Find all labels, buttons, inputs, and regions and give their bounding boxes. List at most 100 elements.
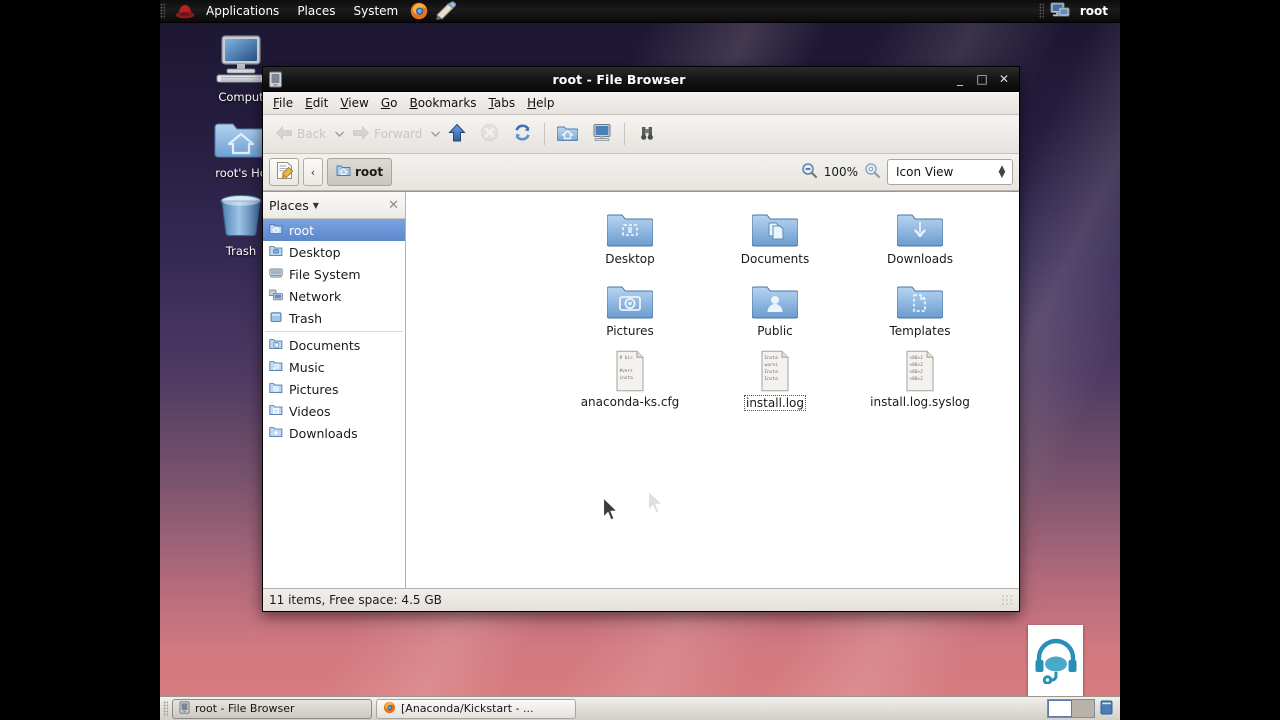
music-folder-icon bbox=[269, 360, 283, 375]
videos-folder-icon bbox=[269, 404, 283, 419]
sidebar-item-music[interactable]: Music bbox=[263, 356, 405, 378]
menu-view[interactable]: View bbox=[334, 94, 374, 113]
workspace-1[interactable] bbox=[1048, 700, 1072, 717]
places-header[interactable]: Places ▼ ✕ bbox=[263, 192, 405, 219]
sidebar-item-label: Videos bbox=[289, 403, 331, 419]
sidebar-item-label: Trash bbox=[289, 310, 323, 326]
sidebar-item-label: Pictures bbox=[289, 381, 339, 397]
up-button[interactable] bbox=[442, 118, 472, 150]
sidebar-item-file-system[interactable]: File System bbox=[263, 263, 405, 285]
sidebar-item-pictures[interactable]: Pictures bbox=[263, 378, 405, 400]
text-file-icon: Insta warni Insta Insta bbox=[719, 340, 831, 392]
edit-location-button[interactable] bbox=[269, 158, 299, 186]
sidebar-item-downloads[interactable]: Downloads bbox=[263, 422, 405, 444]
file-item[interactable]: # kic #vers insta anaconda-ks.cfg bbox=[574, 340, 686, 409]
svg-text:<86>J: <86>J bbox=[910, 362, 924, 368]
toolbar-separator-2 bbox=[624, 123, 626, 145]
close-icon[interactable]: ✕ bbox=[388, 198, 399, 213]
file-item[interactable]: Desktop bbox=[574, 197, 686, 266]
support-badge[interactable] bbox=[1028, 625, 1083, 697]
svg-text:Insta: Insta bbox=[765, 355, 779, 361]
chevron-down-icon[interactable]: ▼ bbox=[313, 201, 319, 210]
file-item[interactable]: Downloads bbox=[864, 197, 976, 266]
panel-menu-places[interactable]: Places bbox=[289, 2, 343, 21]
file-item[interactable]: Music bbox=[1009, 197, 1019, 266]
file-name: Documents bbox=[740, 252, 810, 266]
file-item[interactable]: Templates bbox=[864, 269, 976, 338]
maximize-button[interactable]: □ bbox=[971, 68, 993, 90]
folder-public-icon bbox=[719, 269, 831, 321]
zoom-out-icon[interactable] bbox=[801, 162, 818, 182]
file-icon-view[interactable]: Desktop Documents Downloads Pictures Pub… bbox=[406, 192, 1019, 588]
display-icon[interactable] bbox=[1050, 1, 1072, 21]
workspace-2[interactable] bbox=[1072, 700, 1094, 717]
sidebar-item-videos[interactable]: Videos bbox=[263, 400, 405, 422]
file-item[interactable]: Insta warni Insta Insta install.log bbox=[719, 340, 831, 411]
breadcrumb-back-button[interactable]: ‹ bbox=[303, 158, 323, 186]
reload-button[interactable] bbox=[507, 118, 538, 150]
view-mode-select[interactable]: Icon View ▲ ▼ bbox=[887, 159, 1013, 185]
svg-text:Insta: Insta bbox=[765, 376, 779, 382]
file-item[interactable]: Documents bbox=[719, 197, 831, 266]
back-label: Back bbox=[297, 127, 327, 141]
file-browser-window[interactable]: root - File Browser _ □ ✕ File Edit View… bbox=[262, 66, 1020, 612]
back-button[interactable]: Back bbox=[269, 118, 332, 150]
panel-user-label[interactable]: root bbox=[1074, 4, 1120, 18]
home-button[interactable] bbox=[551, 118, 584, 150]
taskbar-grip[interactable] bbox=[163, 700, 168, 717]
breadcrumb-root[interactable]: root bbox=[327, 158, 393, 186]
close-button[interactable]: ✕ bbox=[993, 68, 1015, 90]
minimize-button[interactable]: _ bbox=[949, 68, 971, 90]
sidebar-item-network[interactable]: Network bbox=[263, 285, 405, 307]
menu-bookmarks[interactable]: Bookmarks bbox=[403, 94, 482, 113]
window-titlebar[interactable]: root - File Browser _ □ ✕ bbox=[263, 67, 1019, 92]
firefox-icon[interactable] bbox=[409, 1, 431, 21]
tray-grip[interactable] bbox=[1038, 3, 1044, 19]
sidebar-item-root[interactable]: root bbox=[263, 219, 405, 241]
file-item[interactable]: <86>J <86>J <86>J <86>J install.log.sysl… bbox=[864, 340, 976, 409]
taskbar-item-firefox[interactable]: [Anaconda/Kickstart - ... bbox=[376, 698, 576, 719]
workspace-switcher[interactable] bbox=[1047, 699, 1095, 718]
panel-menu-system[interactable]: System bbox=[345, 2, 406, 21]
zoom-in-icon[interactable] bbox=[864, 162, 881, 182]
panel-grip[interactable] bbox=[160, 3, 165, 19]
menu-help[interactable]: Help bbox=[521, 94, 560, 113]
places-sidebar: Places ▼ ✕ root Desktop File System Netw… bbox=[263, 192, 406, 588]
menu-tabs[interactable]: Tabs bbox=[483, 94, 522, 113]
file-item[interactable]: Public bbox=[719, 269, 831, 338]
back-dropdown[interactable] bbox=[334, 119, 344, 149]
taskbar-tray bbox=[1047, 699, 1120, 719]
mouse-cursor-primary bbox=[602, 496, 620, 526]
status-bar: 11 items, Free space: 4.5 GB bbox=[263, 588, 1019, 611]
menu-file[interactable]: File bbox=[267, 94, 299, 113]
file-name: Pictures bbox=[606, 324, 654, 338]
file-item[interactable]: Videos bbox=[1009, 269, 1019, 338]
edit-location-icon bbox=[275, 161, 294, 183]
menu-edit[interactable]: Edit bbox=[299, 94, 334, 113]
search-button[interactable] bbox=[631, 118, 663, 150]
resize-grip[interactable] bbox=[1001, 594, 1013, 606]
menu-go[interactable]: Go bbox=[375, 94, 404, 113]
pictures-folder-icon bbox=[269, 382, 283, 397]
forward-dropdown[interactable] bbox=[430, 119, 440, 149]
sidebar-item-trash[interactable]: Trash bbox=[263, 307, 405, 329]
status-text: 11 items, Free space: 4.5 GB bbox=[269, 593, 442, 607]
window-title: root - File Browser bbox=[552, 71, 686, 87]
file-item[interactable]: Pictures bbox=[574, 269, 686, 338]
sidebar-item-documents[interactable]: Documents bbox=[263, 334, 405, 356]
writer-icon[interactable] bbox=[435, 1, 457, 21]
back-arrow-icon bbox=[275, 125, 293, 144]
fedora-hat-icon[interactable] bbox=[175, 2, 195, 20]
stop-button[interactable] bbox=[474, 118, 505, 150]
file-name: install.log bbox=[743, 395, 807, 411]
sidebar-item-desktop[interactable]: Desktop bbox=[263, 241, 405, 263]
folder-music-icon bbox=[1009, 197, 1019, 249]
trash-applet-icon[interactable] bbox=[1099, 699, 1114, 719]
forward-button[interactable]: Forward bbox=[346, 118, 428, 150]
file-name: Templates bbox=[889, 324, 951, 338]
computer-icon bbox=[213, 35, 269, 89]
downloads-folder-icon bbox=[269, 426, 283, 441]
taskbar-item-file-browser[interactable]: root - File Browser bbox=[172, 698, 372, 719]
computer-button[interactable] bbox=[586, 118, 618, 150]
panel-menu-applications[interactable]: Applications bbox=[198, 2, 287, 21]
